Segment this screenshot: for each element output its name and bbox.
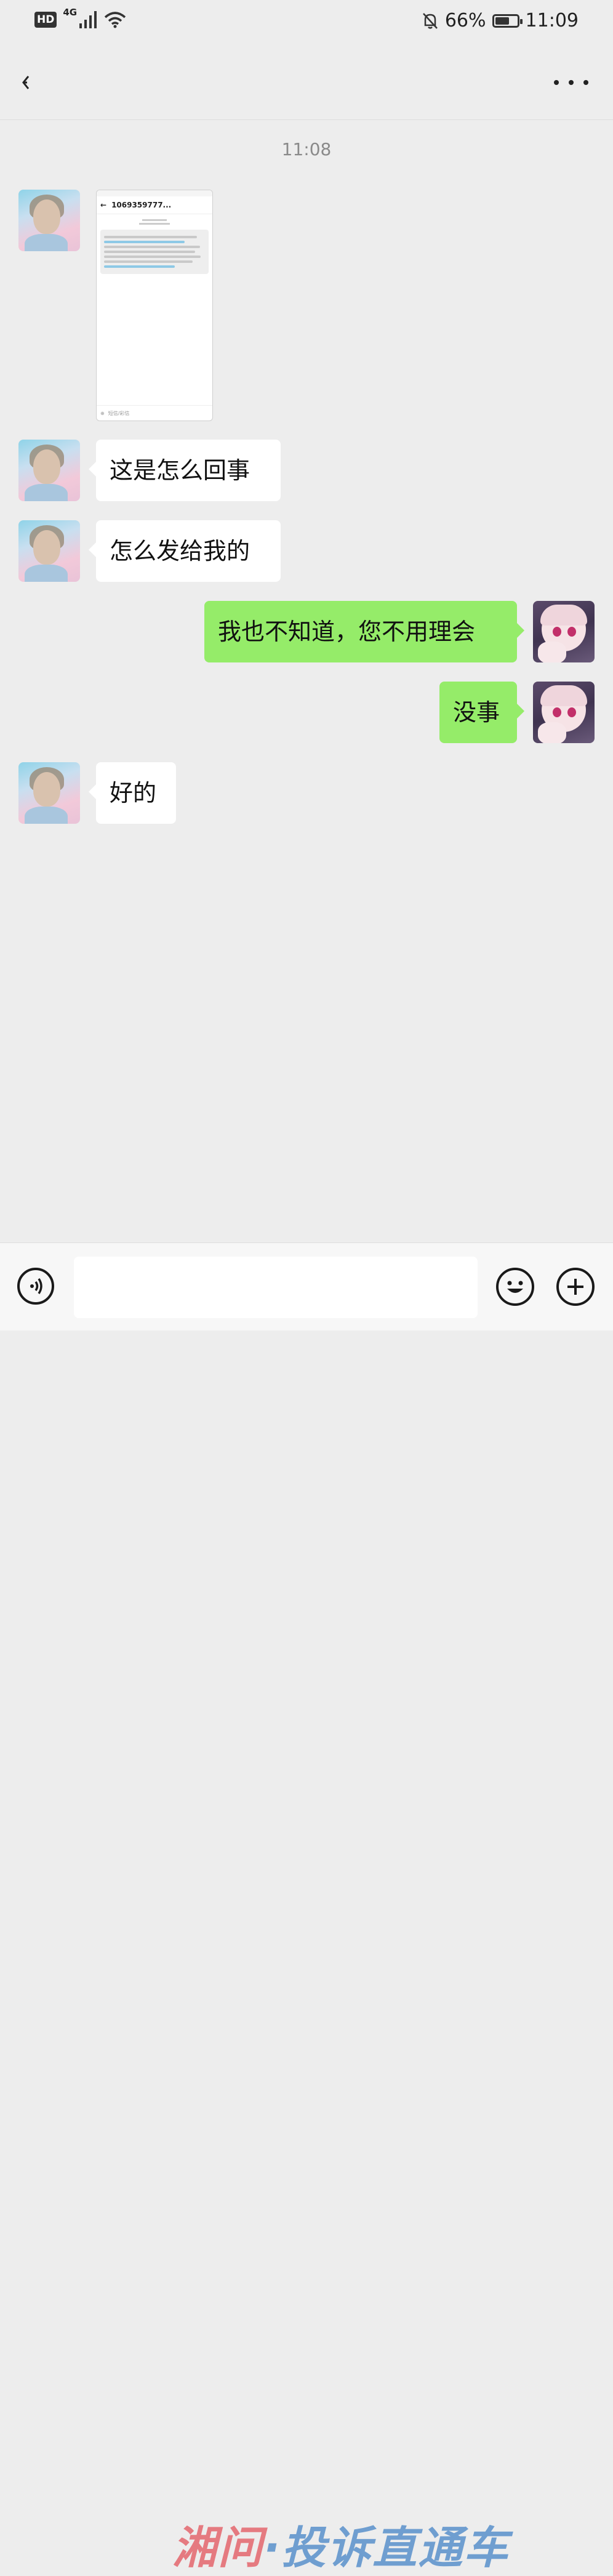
more-dot bbox=[583, 80, 588, 85]
battery-tip bbox=[519, 18, 523, 24]
message-bubble-incoming[interactable]: 好的 bbox=[89, 762, 176, 824]
my-avatar[interactable] bbox=[533, 601, 595, 662]
contact-avatar[interactable] bbox=[18, 762, 80, 824]
screenshot-status bbox=[97, 190, 212, 196]
avatar-face bbox=[33, 772, 60, 807]
back-arrow-icon bbox=[22, 76, 30, 89]
status-bar: HD 4G 66% 11:09 bbox=[0, 0, 613, 47]
nav-bar bbox=[0, 47, 613, 120]
more-dot bbox=[569, 80, 574, 85]
avatar-eye bbox=[553, 707, 561, 717]
avatar-eye bbox=[567, 707, 576, 717]
screenshot-sender: 1069359777... bbox=[111, 201, 172, 209]
signal-icon bbox=[79, 11, 97, 28]
avatar-face bbox=[33, 449, 60, 484]
hd-badge: HD bbox=[34, 12, 57, 28]
screenshot-back-icon: ← bbox=[100, 201, 107, 209]
avatar-hand bbox=[538, 642, 566, 662]
watermark-part2: ·投诉直通车 bbox=[263, 2522, 510, 2574]
my-avatar[interactable] bbox=[533, 682, 595, 743]
watermark-part1: 湘问 bbox=[172, 2522, 264, 2574]
screenshot-input-hint: 短信/彩信 bbox=[108, 410, 130, 416]
avatar-shoulder bbox=[25, 234, 68, 251]
battery-percent: 66% bbox=[444, 10, 486, 31]
battery-icon bbox=[492, 14, 523, 28]
message-bubble-incoming[interactable]: 这是怎么回事 bbox=[89, 440, 281, 501]
status-right: 66% 11:09 bbox=[422, 10, 579, 31]
avatar-bangs bbox=[540, 605, 587, 626]
screenshot-header: ← 1069359777... bbox=[97, 196, 212, 214]
avatar-eye bbox=[553, 627, 561, 637]
watermark-logo: 湘问·投诉直通车 bbox=[172, 2511, 509, 2576]
voice-button[interactable] bbox=[17, 1268, 54, 1305]
screenshot-input-bar: ⊕ 短信/彩信 bbox=[97, 405, 212, 421]
avatar-shoulder bbox=[25, 807, 68, 824]
wifi-icon bbox=[104, 12, 126, 28]
contact-avatar[interactable] bbox=[18, 190, 80, 251]
avatar-bangs bbox=[540, 685, 587, 706]
plus-button[interactable] bbox=[556, 1268, 595, 1306]
mute-bell-icon bbox=[422, 12, 438, 29]
emoji-button[interactable] bbox=[496, 1268, 534, 1306]
screenshot-meta bbox=[97, 219, 212, 225]
emoji-icon bbox=[507, 1281, 523, 1293]
contact-avatar[interactable] bbox=[18, 520, 80, 582]
voice-icon bbox=[30, 1278, 42, 1294]
avatar-eye bbox=[567, 627, 576, 637]
avatar-face bbox=[33, 530, 60, 565]
message-input[interactable] bbox=[74, 1257, 478, 1318]
back-button[interactable] bbox=[18, 70, 43, 95]
avatar-shoulder bbox=[25, 484, 68, 501]
network-type: 4G bbox=[63, 7, 78, 18]
avatar-hand bbox=[538, 722, 566, 743]
contact-avatar[interactable] bbox=[18, 440, 80, 501]
chat-timestamp: 11:08 bbox=[281, 139, 332, 159]
message-bubble-outgoing[interactable]: 我也不知道，您不用理会 bbox=[204, 601, 524, 662]
more-dot bbox=[554, 80, 559, 85]
screenshot-sms-body bbox=[100, 230, 209, 274]
input-bar: 湘问·投诉直通车 bbox=[0, 1242, 613, 2574]
avatar-shoulder bbox=[25, 565, 68, 582]
message-bubble-outgoing[interactable]: 没事 bbox=[439, 682, 524, 743]
message-bubble-incoming[interactable]: 怎么发给我的 bbox=[89, 520, 281, 582]
clock: 11:09 bbox=[525, 10, 579, 31]
screenshot-plus-icon: ⊕ bbox=[100, 410, 105, 416]
status-left: HD 4G bbox=[34, 7, 126, 28]
battery-fill bbox=[495, 17, 509, 25]
image-message[interactable]: ← 1069359777... ⊕ 短信/彩信 bbox=[96, 190, 213, 421]
more-button[interactable] bbox=[554, 74, 588, 91]
avatar-face bbox=[33, 199, 60, 234]
